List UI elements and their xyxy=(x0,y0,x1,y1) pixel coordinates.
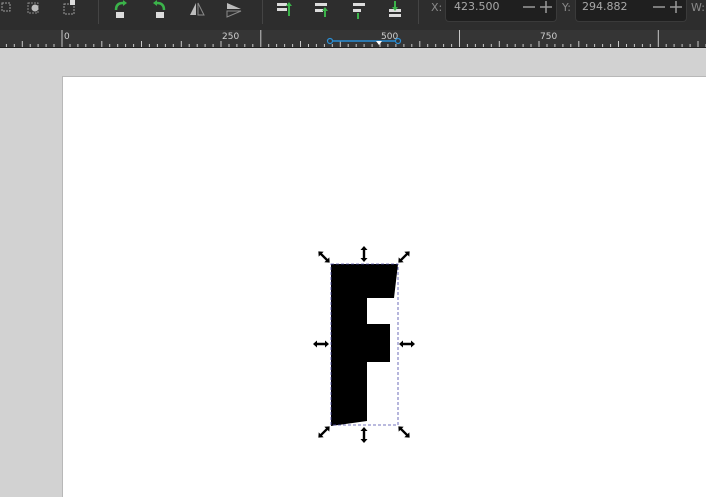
scale-handle-top-right-icon[interactable] xyxy=(396,249,412,265)
scale-handle-bottom-icon[interactable] xyxy=(360,427,368,443)
letter-f-path[interactable] xyxy=(331,264,398,426)
scale-handle-top-left-icon[interactable] xyxy=(316,249,332,265)
canvas-drawing xyxy=(313,246,415,443)
scale-handle-right-icon[interactable] xyxy=(399,340,415,348)
scale-handle-top-icon[interactable] xyxy=(360,246,368,262)
scale-handle-left-icon[interactable] xyxy=(313,340,329,348)
scale-handle-bottom-left-icon[interactable] xyxy=(316,424,332,440)
scale-handle-bottom-right-icon[interactable] xyxy=(396,424,412,440)
